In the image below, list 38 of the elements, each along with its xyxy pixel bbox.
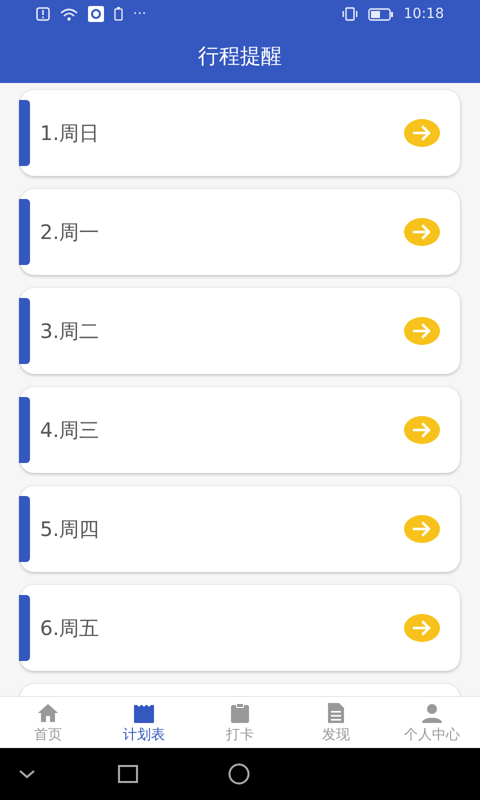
- day-card[interactable]: 6.周五: [20, 585, 460, 671]
- alert-icon: [36, 7, 50, 21]
- arrow-right-icon[interactable]: [404, 317, 440, 345]
- app-icon: [88, 6, 104, 22]
- more-indicator: ···: [133, 6, 146, 22]
- day-label: 5.周四: [40, 516, 100, 542]
- wifi-icon: [60, 8, 78, 20]
- day-label: 2.周一: [40, 218, 100, 246]
- home-circle-icon[interactable]: [228, 763, 250, 785]
- accent-bar: [19, 496, 30, 562]
- accent-bar: [19, 199, 30, 265]
- day-label: 6.周五: [40, 614, 100, 642]
- accent-bar: [19, 298, 30, 364]
- chevron-down-icon[interactable]: [18, 769, 36, 779]
- arrow-right-icon[interactable]: [404, 119, 440, 147]
- vibrate-icon: [342, 7, 358, 21]
- accent-bar: [19, 100, 30, 166]
- day-label: 1.周日: [40, 120, 100, 146]
- arrow-right-icon[interactable]: [404, 416, 440, 444]
- day-card[interactable]: 5.周四: [20, 486, 460, 572]
- battery-icon: [368, 8, 394, 20]
- accent-bar: [19, 595, 30, 661]
- accent-bar: [19, 397, 30, 463]
- day-card[interactable]: 2.周一: [20, 189, 460, 275]
- clock-time: 10:18: [404, 6, 444, 22]
- battery-small-icon: [114, 7, 123, 21]
- day-card[interactable]: 4.周三: [20, 387, 460, 473]
- day-label: 3.周二: [40, 318, 100, 344]
- arrow-right-icon[interactable]: [404, 515, 440, 543]
- day-label: 4.周三: [40, 416, 100, 444]
- person-icon: [419, 701, 445, 725]
- day-card[interactable]: 3.周二: [20, 288, 460, 374]
- square-icon[interactable]: [118, 765, 138, 783]
- day-card[interactable]: 1.周日: [20, 90, 460, 176]
- arrow-right-icon[interactable]: [404, 218, 440, 246]
- page-title: 行程提醒: [198, 42, 282, 70]
- arrow-right-icon[interactable]: [404, 614, 440, 642]
- nav-tab[interactable]: 计划表: [96, 697, 192, 748]
